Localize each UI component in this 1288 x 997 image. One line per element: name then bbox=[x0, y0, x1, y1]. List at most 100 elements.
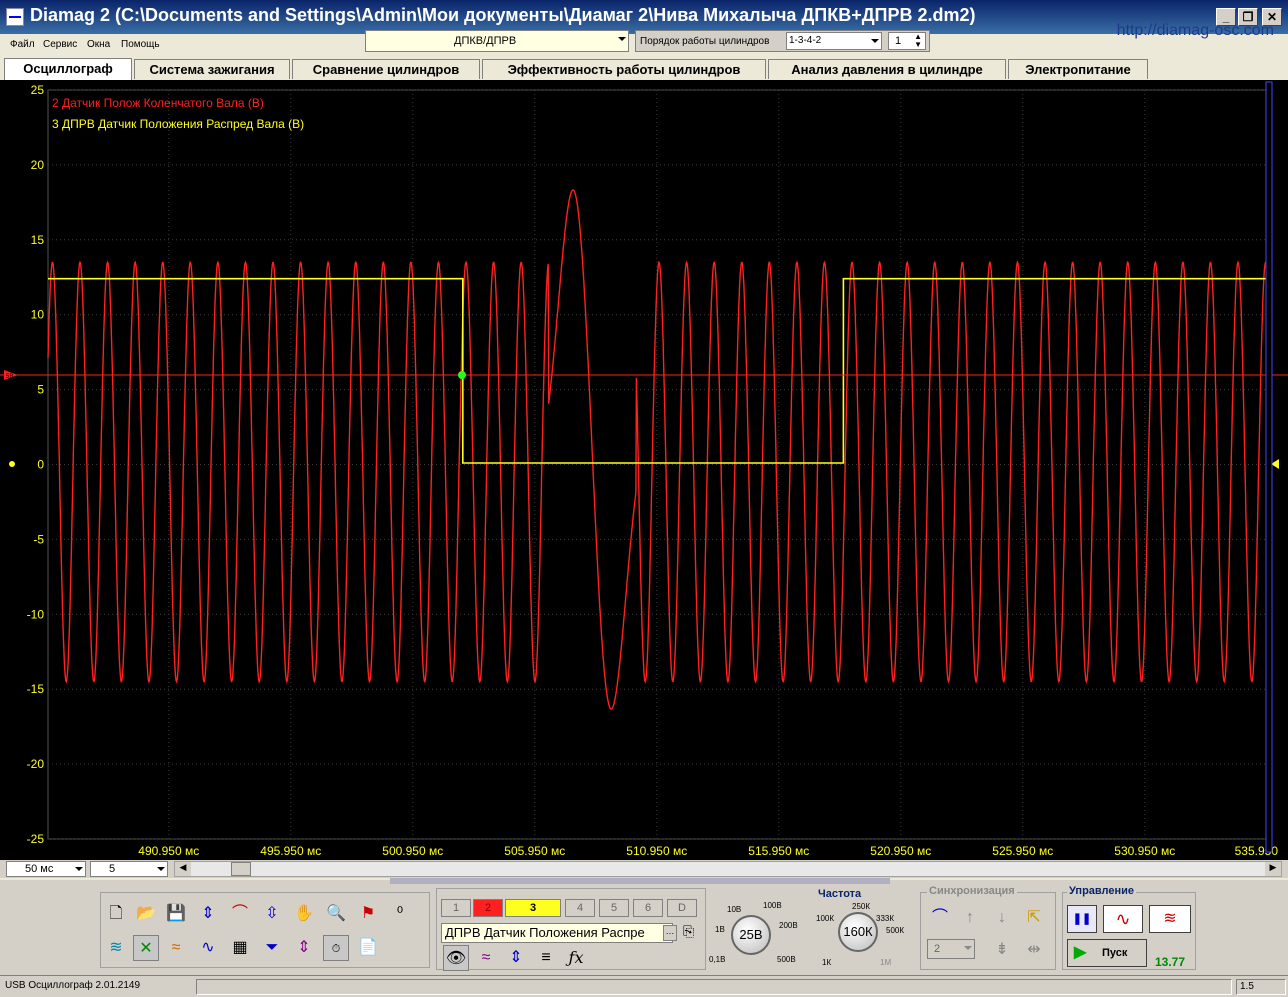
save-icon[interactable]: 💾 bbox=[163, 901, 189, 927]
start-button[interactable]: ▶ Пуск bbox=[1067, 939, 1147, 967]
sync-compress-icon[interactable]: ⇟ bbox=[989, 937, 1015, 963]
menu-file[interactable]: Файл bbox=[10, 39, 35, 50]
sync-channel-value: 2 bbox=[934, 943, 941, 955]
sine-wave-icon[interactable]: ∿ bbox=[195, 935, 221, 961]
channel-count-value: 5 bbox=[109, 863, 116, 875]
chevron-down-icon bbox=[964, 946, 972, 950]
zero-marker-left[interactable] bbox=[9, 461, 15, 467]
cross-wave-icon[interactable]: ✕ bbox=[133, 935, 159, 961]
menu-windows[interactable]: Окна bbox=[87, 39, 110, 50]
channel-3-button[interactable]: 3 bbox=[505, 899, 561, 917]
firing-order-label: Порядок работы цилиндров bbox=[640, 36, 770, 47]
open-folder-icon[interactable]: 📂 bbox=[133, 901, 159, 927]
new-file-icon[interactable]: 🗋 bbox=[103, 901, 129, 927]
sync-up-icon[interactable]: ↑ bbox=[957, 905, 983, 931]
volts-scale-10: 10В bbox=[727, 905, 742, 914]
tab-ignition[interactable]: Система зажигания bbox=[134, 59, 290, 79]
volts-scale-500: 500В bbox=[777, 955, 796, 964]
sync-rising-icon[interactable]: ⌒ bbox=[927, 905, 953, 931]
channel-count-select[interactable]: 5 bbox=[90, 861, 168, 877]
function-icon[interactable]: ƒx bbox=[563, 945, 589, 971]
split-arrows-icon[interactable]: ⇕ bbox=[291, 935, 317, 961]
tab-oscilloscope[interactable]: Осциллограф bbox=[4, 58, 132, 80]
sync-cursor-icon[interactable]: ⇱ bbox=[1021, 905, 1047, 931]
channel-6-button[interactable]: 6 bbox=[633, 899, 663, 917]
channel-5-button[interactable]: 5 bbox=[599, 899, 629, 917]
auto-scale-icon[interactable]: ⇳ bbox=[259, 901, 285, 927]
scroll-right-icon[interactable]: ▶ bbox=[1265, 862, 1281, 876]
counter-value: 13.77 bbox=[1155, 955, 1186, 969]
invert-icon[interactable]: ⇕ bbox=[503, 945, 529, 971]
x-tick-label: 520.950 мс bbox=[870, 844, 931, 858]
tab-pressure-analysis[interactable]: Анализ давления в цилиндре bbox=[768, 59, 1006, 79]
cylinder-spinner[interactable]: 1 ▲ ▼ bbox=[888, 32, 926, 50]
menu-bar: Файл Сервис Окна Помощь ДПКВ/ДПРВ Порядо… bbox=[0, 30, 1288, 58]
filter-icon[interactable]: ⏷ bbox=[259, 935, 285, 961]
noise-mode-button[interactable]: ≋ bbox=[1149, 905, 1191, 933]
more-icon[interactable]: … bbox=[663, 925, 677, 941]
tab-cylinder-efficiency[interactable]: Эффективность работы цилиндров bbox=[482, 59, 766, 79]
tab-power[interactable]: Электропитание bbox=[1008, 59, 1148, 79]
horizontal-scrollbar[interactable]: ◀ ▶ bbox=[174, 861, 1282, 877]
document-icon[interactable]: 📄 bbox=[355, 935, 381, 961]
oscilloscope-plot[interactable]: 25 20 15 10 5 0 -5 -10 -15 -20 -25 490.950 мс 495.9… bbox=[0, 80, 1288, 860]
frequency-knob[interactable]: 160К bbox=[838, 912, 878, 952]
freq-scale-500k: 500К bbox=[886, 926, 905, 935]
frequency-group: Частота 160К 250К 100К 333К 500К 1К 1М bbox=[810, 888, 914, 970]
sync-expand-icon[interactable]: ⇹ bbox=[1021, 937, 1047, 963]
channel-2-button[interactable]: 2 bbox=[473, 899, 503, 917]
channel-4-button[interactable]: 4 bbox=[565, 899, 595, 917]
menu-help[interactable]: Помощь bbox=[121, 39, 160, 50]
channel-d-button[interactable]: D bbox=[667, 899, 697, 917]
channel-overlay-icon[interactable]: ≋ bbox=[103, 935, 129, 961]
lines-icon[interactable]: ≡ bbox=[533, 945, 559, 971]
stretch-vertical-icon[interactable]: ⇕ bbox=[195, 901, 221, 927]
y-tick-label: 20 bbox=[31, 158, 45, 172]
status-middle bbox=[196, 979, 1232, 995]
firing-order-select[interactable]: 1-3-4-2 bbox=[786, 32, 882, 50]
channel-name-input[interactable]: ДПРВ Датчик Положения Распре bbox=[441, 923, 673, 943]
marker-flag-icon[interactable]: ⚑ bbox=[355, 901, 381, 927]
panel-splitter[interactable] bbox=[390, 878, 890, 884]
y-tick-label: -5 bbox=[33, 532, 44, 546]
menu-service[interactable]: Сервис bbox=[43, 39, 77, 50]
sync-group: Синхронизация ⌒ ↑ ↓ ⇱ 2 ⇟ ⇹ bbox=[920, 885, 1056, 970]
y-tick-label: -15 bbox=[27, 682, 45, 696]
noise-wave-icon[interactable]: ≈ bbox=[473, 945, 499, 971]
tab-cylinder-compare[interactable]: Сравнение цилиндров bbox=[292, 59, 480, 79]
scroll-thumb[interactable] bbox=[231, 862, 251, 876]
eye-icon[interactable]: 👁 bbox=[443, 945, 469, 971]
arc-fit-icon[interactable]: ⌒ bbox=[227, 901, 253, 927]
window-title: Diamag 2 (C:\Documents and Settings\Admi… bbox=[30, 5, 976, 25]
multi-wave-icon[interactable]: ≈ bbox=[163, 935, 189, 961]
website-link[interactable]: http://diamag-osc.com bbox=[1117, 22, 1274, 40]
zero-level-icon[interactable]: ⁰ bbox=[387, 901, 413, 927]
channel-1-button[interactable]: 1 bbox=[441, 899, 471, 917]
pause-button[interactable]: ❚❚ bbox=[1067, 905, 1097, 933]
waveform-chart[interactable]: 25 20 15 10 5 0 -5 -10 -15 -20 -25 490.950 мс 495.9… bbox=[0, 80, 1288, 860]
freq-scale-1m: 1М bbox=[880, 958, 892, 967]
y-tick-label: 25 bbox=[31, 83, 45, 97]
x-tick-label: 510.950 мс bbox=[626, 844, 687, 858]
sync-down-icon[interactable]: ↓ bbox=[989, 905, 1015, 931]
freq-scale-250k: 250К bbox=[852, 902, 871, 911]
auto-trigger-icon[interactable]: ⏱ bbox=[323, 935, 349, 961]
trigger-point[interactable] bbox=[458, 371, 466, 379]
scroll-left-icon[interactable]: ◀ bbox=[175, 862, 191, 876]
cursor-right[interactable] bbox=[1265, 81, 1273, 853]
x-tick-label: 525.950 мс bbox=[992, 844, 1053, 858]
preset-select[interactable]: ДПКВ/ДПРВ bbox=[365, 30, 629, 52]
hand-pan-icon[interactable]: ✋ bbox=[291, 901, 317, 927]
start-label: Пуск bbox=[1102, 947, 1128, 959]
play-icon: ▶ bbox=[1074, 944, 1087, 961]
table-icon[interactable]: ▦ bbox=[227, 935, 253, 961]
series-crank-line bbox=[47, 189, 1269, 710]
chevron-down-icon bbox=[618, 37, 626, 41]
sync-channel-select[interactable]: 2 bbox=[927, 939, 975, 959]
chevron-down-icon bbox=[871, 39, 879, 43]
zoom-icon[interactable]: 🔍 bbox=[323, 901, 349, 927]
timebase-select[interactable]: 50 мс bbox=[6, 861, 86, 877]
probe-icon[interactable]: ⎘ bbox=[683, 923, 694, 940]
sine-mode-button[interactable]: ∿ bbox=[1103, 905, 1143, 933]
volts-knob[interactable]: 25В bbox=[731, 915, 771, 955]
